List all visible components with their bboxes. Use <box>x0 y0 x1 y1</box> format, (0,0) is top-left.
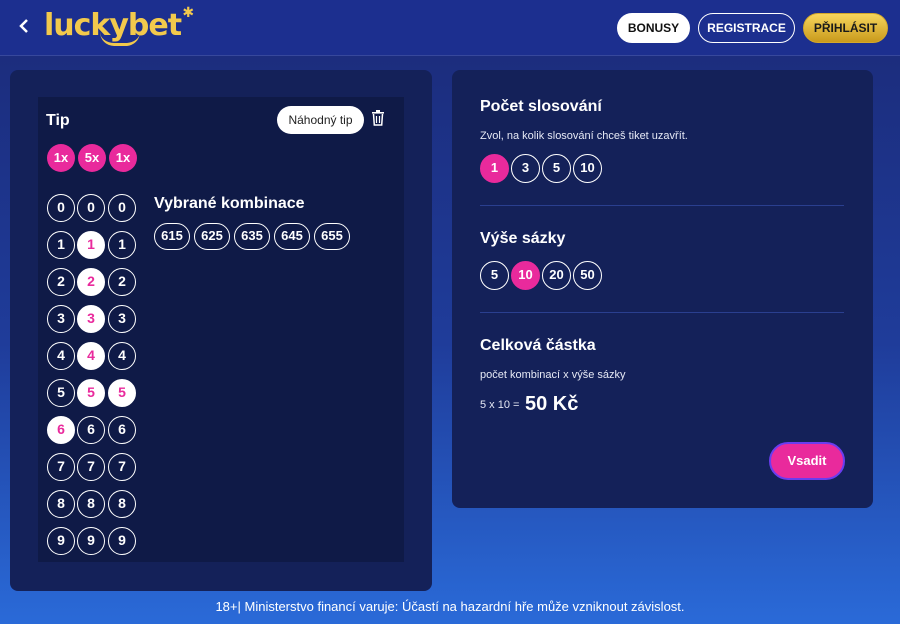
registrace-button[interactable]: REGISTRACE <box>698 13 795 43</box>
digit-ball[interactable]: 3 <box>108 305 136 333</box>
digit-ball[interactable]: 4 <box>77 342 105 370</box>
trash-icon[interactable] <box>371 110 389 130</box>
login-button[interactable]: PŘIHLÁSIT <box>803 13 888 43</box>
digit-ball[interactable]: 8 <box>108 490 136 518</box>
digit-ball[interactable]: 6 <box>108 416 136 444</box>
logo-smile <box>100 32 140 46</box>
luckybet-logo[interactable]: luckybet ✱ <box>44 6 194 46</box>
combination-chip: 645 <box>274 223 310 250</box>
digit-ball[interactable]: 9 <box>108 527 136 555</box>
stake-option[interactable]: 20 <box>542 261 571 290</box>
random-tip-button[interactable]: Náhodný tip <box>277 106 364 134</box>
tip-title: Tip <box>46 112 70 129</box>
digit-ball[interactable]: 1 <box>47 231 75 259</box>
chevron-left-icon[interactable] <box>14 14 34 38</box>
digit-ball[interactable]: 0 <box>108 194 136 222</box>
total-title: Celková částka <box>480 337 596 354</box>
digit-ball[interactable]: 5 <box>47 379 75 407</box>
digit-ball[interactable]: 8 <box>47 490 75 518</box>
digit-ball[interactable]: 2 <box>77 268 105 296</box>
digit-ball[interactable]: 7 <box>77 453 105 481</box>
multiplier-badge[interactable]: 1x <box>47 144 75 172</box>
total-subtitle: počet kombinací x výše sázky <box>480 369 626 381</box>
digit-ball[interactable]: 4 <box>108 342 136 370</box>
digit-ball[interactable]: 1 <box>108 231 136 259</box>
gambling-warning: 18+| Ministerstvo financí varuje: Účastí… <box>215 599 685 614</box>
digit-ball[interactable]: 0 <box>77 194 105 222</box>
digit-ball[interactable]: 5 <box>77 379 105 407</box>
digit-ball[interactable]: 0 <box>47 194 75 222</box>
draws-title: Počet slosování <box>480 98 602 115</box>
digit-ball[interactable]: 9 <box>77 527 105 555</box>
divider <box>480 312 844 313</box>
digit-ball[interactable]: 4 <box>47 342 75 370</box>
digit-ball[interactable]: 5 <box>108 379 136 407</box>
combination-chip: 625 <box>194 223 230 250</box>
top-bar: luckybet ✱ BONUSY REGISTRACE PŘIHLÁSIT <box>0 0 900 56</box>
combinations-title: Vybrané kombinace <box>154 195 305 212</box>
digit-ball[interactable]: 2 <box>108 268 136 296</box>
digit-ball[interactable]: 3 <box>47 305 75 333</box>
total-amount: 50 Kč <box>525 393 579 415</box>
bonusy-button[interactable]: BONUSY <box>617 13 690 43</box>
digit-ball[interactable]: 9 <box>47 527 75 555</box>
digit-ball[interactable]: 1 <box>77 231 105 259</box>
star-icon: ✱ <box>182 5 194 21</box>
combination-chip: 615 <box>154 223 190 250</box>
digit-ball[interactable]: 7 <box>108 453 136 481</box>
combination-chip: 655 <box>314 223 350 250</box>
digit-ball[interactable]: 6 <box>77 416 105 444</box>
digit-ball[interactable]: 3 <box>77 305 105 333</box>
combination-chip: 635 <box>234 223 270 250</box>
draws-subtitle: Zvol, na kolik slosování chceš tiket uza… <box>480 130 688 142</box>
total-calculation: 5 x 10 = <box>480 399 520 411</box>
divider <box>480 205 844 206</box>
multiplier-badge[interactable]: 5x <box>78 144 106 172</box>
draws-option[interactable]: 5 <box>542 154 571 183</box>
digit-ball[interactable]: 6 <box>47 416 75 444</box>
stake-title: Výše sázky <box>480 230 566 247</box>
stake-option[interactable]: 10 <box>511 261 540 290</box>
digit-ball[interactable]: 8 <box>77 490 105 518</box>
draws-option[interactable]: 1 <box>480 154 509 183</box>
stake-option[interactable]: 50 <box>573 261 602 290</box>
draws-option[interactable]: 10 <box>573 154 602 183</box>
place-bet-button[interactable]: Vsadit <box>769 442 845 480</box>
stake-option[interactable]: 5 <box>480 261 509 290</box>
multiplier-badge[interactable]: 1x <box>109 144 137 172</box>
digit-ball[interactable]: 2 <box>47 268 75 296</box>
draws-option[interactable]: 3 <box>511 154 540 183</box>
digit-ball[interactable]: 7 <box>47 453 75 481</box>
